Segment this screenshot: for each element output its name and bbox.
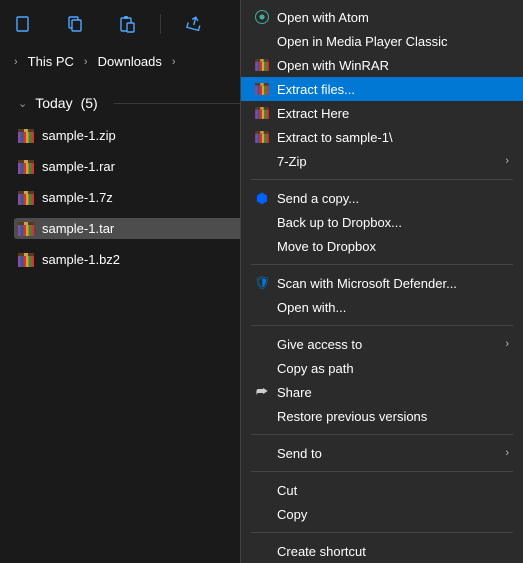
menu-item-label: Open with...: [273, 300, 513, 315]
paste-icon[interactable]: [118, 15, 136, 33]
chevron-right-icon: ›: [505, 155, 513, 167]
menu-item[interactable]: Send to›: [241, 441, 523, 465]
menu-item-label: Open with Atom: [273, 10, 513, 25]
archive-icon: [18, 129, 34, 143]
menu-item-label: Back up to Dropbox...: [273, 215, 513, 230]
menu-icon-spacer: [251, 408, 273, 424]
menu-item[interactable]: Open in Media Player Classic: [241, 29, 523, 53]
new-item-icon[interactable]: [14, 15, 32, 33]
menu-item-label: Share: [273, 385, 513, 400]
menu-item-label: Extract to sample-1\: [273, 130, 513, 145]
menu-separator: [251, 325, 513, 326]
chevron-right-icon: ›: [84, 56, 88, 68]
menu-item[interactable]: Give access to›: [241, 332, 523, 356]
menu-separator: [251, 434, 513, 435]
menu-item-label: Move to Dropbox: [273, 239, 513, 254]
menu-item[interactable]: Copy as path: [241, 356, 523, 380]
menu-item-label: Extract Here: [273, 106, 513, 121]
menu-item-label: Restore previous versions: [273, 409, 513, 424]
menu-icon-spacer: [251, 360, 273, 376]
menu-icon-spacer: [251, 214, 273, 230]
menu-icon-spacer: [251, 153, 273, 169]
menu-icon-spacer: [251, 506, 273, 522]
menu-item[interactable]: Open with...: [241, 295, 523, 319]
archive-icon: [251, 57, 273, 73]
menu-item-label: Give access to: [273, 337, 505, 352]
toolbar-separator: [160, 14, 161, 34]
menu-item[interactable]: Extract to sample-1\: [241, 125, 523, 149]
copy-icon[interactable]: [66, 15, 84, 33]
menu-item-label: Open with WinRAR: [273, 58, 513, 73]
menu-item-label: Open in Media Player Classic: [273, 34, 513, 49]
menu-item-label: Cut: [273, 483, 513, 498]
menu-item[interactable]: ⮫Share: [241, 380, 523, 404]
menu-item-label: 7-Zip: [273, 154, 505, 169]
archive-icon: [251, 129, 273, 145]
menu-separator: [251, 471, 513, 472]
menu-item[interactable]: Create shortcut: [241, 539, 523, 563]
menu-icon-spacer: [251, 482, 273, 498]
menu-item[interactable]: Move to Dropbox: [241, 234, 523, 258]
menu-icon-spacer: [251, 543, 273, 559]
menu-item-label: Scan with Microsoft Defender...: [273, 276, 513, 291]
context-menu: Open with Atom Open in Media Player Class…: [240, 0, 523, 563]
section-title: Today: [35, 95, 72, 111]
archive-icon: [18, 253, 34, 267]
archive-icon: [251, 105, 273, 121]
menu-item-label: Copy: [273, 507, 513, 522]
menu-item[interactable]: Open with WinRAR: [241, 53, 523, 77]
menu-item[interactable]: Extract files...: [241, 77, 523, 101]
menu-item[interactable]: Copy: [241, 502, 523, 526]
chevron-right-icon: ›: [172, 56, 176, 68]
file-name: sample-1.zip: [42, 128, 116, 143]
chevron-right-icon: ›: [14, 56, 18, 68]
menu-item[interactable]: Extract Here: [241, 101, 523, 125]
menu-icon-spacer: [251, 445, 273, 461]
menu-item[interactable]: Restore previous versions: [241, 404, 523, 428]
file-name: sample-1.7z: [42, 190, 113, 205]
share-out-icon: ⮫: [251, 384, 273, 400]
file-name: sample-1.tar: [42, 221, 114, 236]
menu-icon-spacer: [251, 336, 273, 352]
menu-item-label: Copy as path: [273, 361, 513, 376]
menu-icon-spacer: [251, 299, 273, 315]
menu-item-label: Create shortcut: [273, 544, 513, 559]
menu-separator: [251, 532, 513, 533]
menu-item-label: Send a copy...: [273, 191, 513, 206]
archive-icon: [251, 81, 273, 97]
section-count: (5): [81, 95, 98, 111]
menu-item[interactable]: 🛡Scan with Microsoft Defender...: [241, 271, 523, 295]
archive-icon: [18, 222, 34, 236]
file-name: sample-1.rar: [42, 159, 115, 174]
chevron-right-icon: ›: [505, 338, 513, 350]
menu-separator: [251, 179, 513, 180]
menu-icon-spacer: [251, 33, 273, 49]
menu-icon-spacer: [251, 238, 273, 254]
archive-icon: [18, 160, 34, 174]
menu-item[interactable]: Cut: [241, 478, 523, 502]
breadcrumb-part[interactable]: Downloads: [98, 54, 162, 69]
menu-item[interactable]: Open with Atom: [241, 5, 523, 29]
menu-item-label: Send to: [273, 446, 505, 461]
chevron-right-icon: ›: [505, 447, 513, 459]
share-icon[interactable]: [185, 15, 203, 33]
menu-separator: [251, 264, 513, 265]
atom-icon: [251, 9, 273, 25]
dropbox-icon: ⬢: [251, 190, 273, 206]
file-name: sample-1.bz2: [42, 252, 120, 267]
chevron-down-icon: ⌄: [18, 97, 27, 110]
menu-item[interactable]: Back up to Dropbox...: [241, 210, 523, 234]
menu-item[interactable]: ⬢Send a copy...: [241, 186, 523, 210]
archive-icon: [18, 191, 34, 205]
menu-item[interactable]: 7-Zip›: [241, 149, 523, 173]
shield-icon: 🛡: [251, 275, 273, 291]
breadcrumb-part[interactable]: This PC: [28, 54, 74, 69]
menu-item-label: Extract files...: [273, 82, 513, 97]
